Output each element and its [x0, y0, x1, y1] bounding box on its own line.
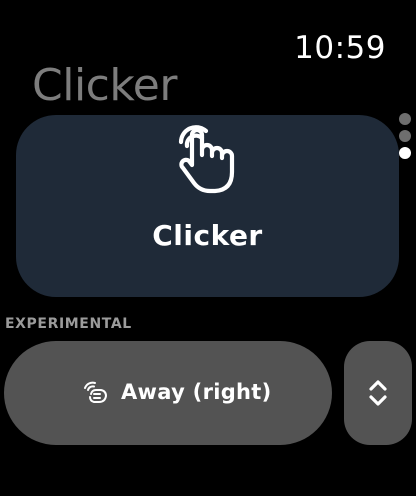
hand-tap-icon [178, 125, 235, 194]
page-dot-2 [399, 130, 411, 142]
page-indicator [399, 113, 411, 164]
wrist-gesture-icon [84, 381, 107, 403]
clicker-label: Clicker [152, 219, 263, 252]
status-time: 10:59 [294, 30, 386, 66]
away-right-button[interactable]: Away (right) [4, 341, 332, 445]
watch-screen: 10:59 Clicker Clicker EXPERIMENTAL Away … [0, 0, 416, 496]
page-dot-3-active [399, 147, 411, 159]
page-title: Clicker [32, 60, 177, 111]
page-dot-1 [399, 113, 411, 125]
section-header-experimental: EXPERIMENTAL [5, 316, 132, 332]
away-right-label: Away (right) [121, 380, 272, 404]
options-stepper-button[interactable] [344, 341, 412, 445]
chevron-up-down-icon [369, 380, 387, 406]
